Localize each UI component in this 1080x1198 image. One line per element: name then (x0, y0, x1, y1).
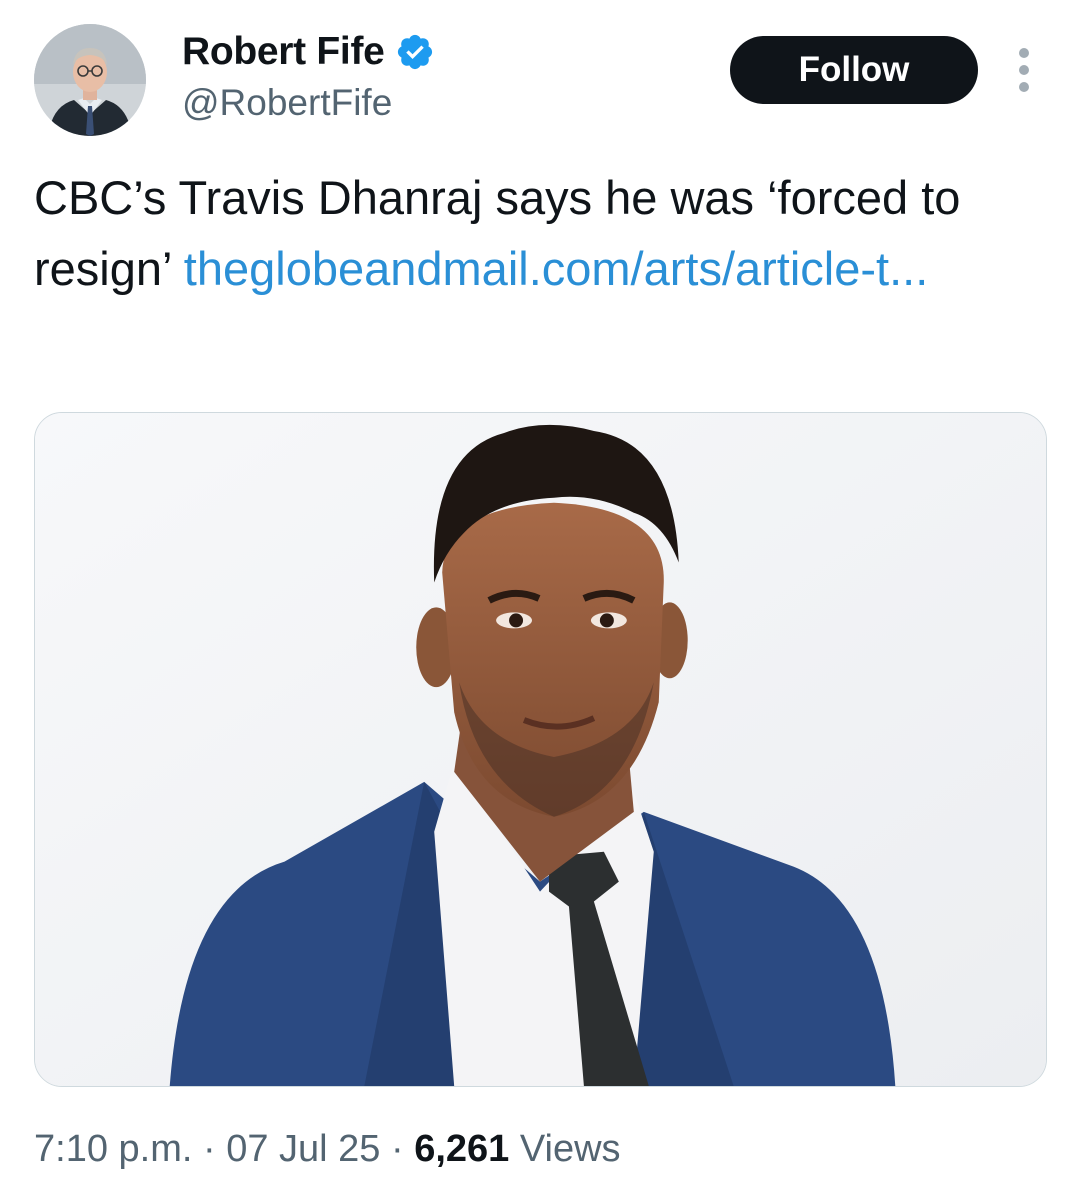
tweet-time[interactable]: 7:10 p.m. (34, 1128, 192, 1170)
tweet-text: CBC’s Travis Dhanraj says he was ‘forced… (34, 162, 1034, 304)
author-name[interactable]: Robert Fife (182, 30, 435, 74)
tweet-meta: 7:10 p.m. · 07 Jul 25 · 6,261 Views (34, 1128, 621, 1171)
tweet: Robert Fife @RobertFife Follow CBC’s Tra… (0, 0, 1080, 1198)
meta-separator: · (380, 1128, 415, 1170)
tweet-link[interactable]: theglobeandmail.com/arts/article-t... (184, 242, 929, 295)
meta-separator: · (192, 1128, 227, 1170)
verified-badge-icon (397, 34, 432, 70)
views-count[interactable]: 6,261 (414, 1128, 509, 1170)
views-label: Views (509, 1128, 621, 1170)
tweet-date[interactable]: 07 Jul 25 (226, 1128, 380, 1170)
author-name-text[interactable]: Robert Fife (182, 30, 385, 74)
avatar[interactable] (34, 24, 146, 136)
tweet-media-image[interactable] (34, 412, 1047, 1087)
follow-button[interactable]: Follow (730, 36, 978, 104)
author-handle[interactable]: @RobertFife (182, 82, 392, 124)
more-options-icon[interactable] (1010, 48, 1038, 92)
